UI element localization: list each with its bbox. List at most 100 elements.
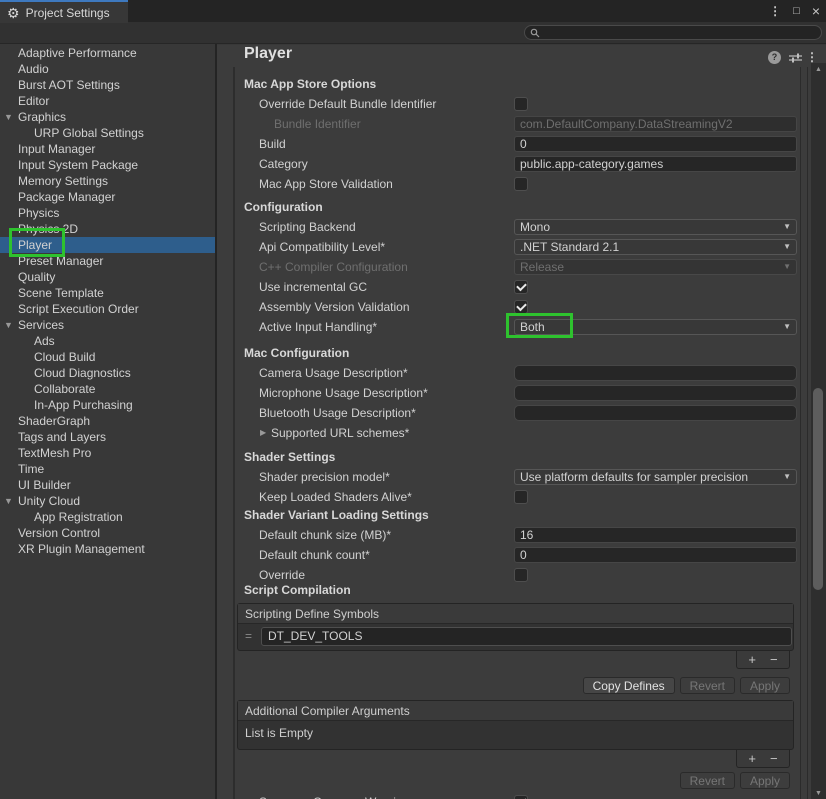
window-menu-icon[interactable]: ⋮ — [769, 4, 781, 18]
context-menu-icon[interactable]: ⋮ — [806, 50, 818, 64]
help-icon[interactable]: ? — [768, 51, 781, 64]
section-mac-configuration: Mac ConfigurationCamera Usage Descriptio… — [234, 343, 800, 443]
sidebar-item-input-manager[interactable]: Input Manager — [0, 141, 215, 157]
annotation-box-player — [9, 228, 65, 257]
sidebar-item-memory-settings[interactable]: Memory Settings — [0, 173, 215, 189]
sidebar-item-services[interactable]: ▼ Services — [0, 317, 215, 333]
row-label: Mac App Store Validation — [259, 174, 393, 194]
scrollbar[interactable]: ▲ ▼ — [811, 63, 826, 799]
additional-compiler-arguments-box: Additional Compiler Arguments List is Em… — [237, 700, 794, 750]
sidebar-item-xr-plugin-management[interactable]: XR Plugin Management — [0, 541, 215, 557]
sidebar-item-input-system-package[interactable]: Input System Package — [0, 157, 215, 173]
copy-defines-button[interactable]: Copy Defines — [583, 677, 675, 694]
sidebar-item-physics[interactable]: Physics — [0, 205, 215, 221]
sidebar-item-graphics[interactable]: ▼ Graphics — [0, 109, 215, 125]
add-button2[interactable]: + — [748, 751, 756, 767]
keep-loaded-shaders-alive-checkbox[interactable] — [514, 490, 528, 504]
sidebar-item-script-execution-order[interactable]: Script Execution Order — [0, 301, 215, 317]
sidebar-item-cloud-build[interactable]: Cloud Build — [0, 349, 215, 365]
override-default-bundle-identifier-checkbox[interactable] — [514, 97, 528, 111]
maximize-icon[interactable]: □ — [793, 5, 800, 17]
suppress-common-warnings-checkbox[interactable] — [514, 795, 528, 799]
sidebar-item-time[interactable]: Time — [0, 461, 215, 477]
dropdown-value: .NET Standard 2.1 — [520, 240, 619, 254]
scroll-down-icon[interactable]: ▼ — [811, 790, 826, 797]
foldout-open-icon[interactable]: ▼ — [4, 317, 13, 333]
sidebar-item-package-manager[interactable]: Package Manager — [0, 189, 215, 205]
row-control: public.app-category.games — [514, 156, 797, 172]
sidebar-item-quality[interactable]: Quality — [0, 269, 215, 285]
presets-icon[interactable] — [789, 52, 802, 64]
sidebar-item-urp-global-settings[interactable]: URP Global Settings — [0, 125, 215, 141]
mac-app-store-validation-checkbox[interactable] — [514, 177, 528, 191]
sidebar-item-cloud-diagnostics[interactable]: Cloud Diagnostics — [0, 365, 215, 381]
scripting-backend-dropdown[interactable]: Mono▼ — [514, 219, 797, 235]
sidebar-item-version-control[interactable]: Version Control — [0, 525, 215, 541]
revert-button[interactable]: Revert — [680, 677, 735, 694]
camera-usage-description-field[interactable] — [514, 365, 797, 381]
bluetooth-usage-description-field[interactable] — [514, 405, 797, 421]
default-chunk-size-mb-field[interactable]: 16 — [514, 527, 797, 543]
default-chunk-count-field[interactable]: 0 — [514, 547, 797, 563]
bundle-identifier-field[interactable]: com.DefaultCompany.DataStreamingV2 — [514, 116, 797, 132]
build-field[interactable]: 0 — [514, 136, 797, 152]
api-compatibility-level-dropdown[interactable]: .NET Standard 2.1▼ — [514, 239, 797, 255]
sidebar-item-scene-template[interactable]: Scene Template — [0, 285, 215, 301]
foldout-closed-icon[interactable]: ▶ — [260, 423, 266, 443]
foldout-open-icon[interactable]: ▼ — [4, 109, 13, 125]
tab-project-settings[interactable]: ⚙ Project Settings — [0, 0, 128, 23]
toolbar — [0, 22, 826, 44]
scroll-up-icon[interactable]: ▲ — [811, 66, 826, 73]
shader-precision-model-dropdown[interactable]: Use platform defaults for sampler precis… — [514, 469, 797, 485]
dropdown-value: Release — [520, 260, 564, 274]
sidebar-item-in-app-purchasing[interactable]: In-App Purchasing — [0, 397, 215, 413]
sidebar-item-unity-cloud[interactable]: ▼Unity Cloud — [0, 493, 215, 509]
sidebar-item-shadergraph[interactable]: ShaderGraph — [0, 413, 215, 429]
section-header: Shader Variant Loading Settings — [234, 505, 800, 525]
list-footer: + − — [736, 651, 790, 669]
sidebar-item-label: Services — [18, 318, 64, 332]
row-label: Scripting Backend — [259, 217, 356, 237]
revert-button2[interactable]: Revert — [680, 772, 735, 789]
sidebar-item-textmesh-pro[interactable]: TextMesh Pro — [0, 445, 215, 461]
remove-button2[interactable]: − — [770, 751, 778, 767]
suppress-common-warnings-row: Suppress Common Warnings — [234, 792, 800, 799]
sidebar-item-ads[interactable]: Ads — [0, 333, 215, 349]
chevron-down-icon: ▼ — [783, 220, 791, 234]
setting-row-api-compatibility-level: Api Compatibility Level*.NET Standard 2.… — [234, 237, 800, 257]
define-symbol-field[interactable]: DT_DEV_TOOLS — [261, 627, 792, 646]
sidebar-item-label: Graphics — [18, 110, 66, 124]
close-icon[interactable]: × — [812, 3, 820, 19]
sidebar-item-collaborate[interactable]: Collaborate — [0, 381, 215, 397]
override-checkbox[interactable] — [514, 568, 528, 582]
add-button[interactable]: + — [748, 652, 756, 668]
sidebar-item-burst-aot-settings[interactable]: Burst AOT Settings — [0, 77, 215, 93]
sidebar-item-adaptive-performance[interactable]: Adaptive Performance — [0, 45, 215, 61]
setting-row-bluetooth-usage-description: Bluetooth Usage Description* — [234, 403, 800, 423]
row-control — [514, 96, 797, 112]
sidebar-item-label: Cloud Build — [34, 350, 95, 364]
c-compiler-configuration-dropdown[interactable]: Release▼ — [514, 259, 797, 275]
use-incremental-gc-checkbox[interactable] — [514, 280, 528, 294]
apply-button2[interactable]: Apply — [740, 772, 790, 789]
drag-handle-icon[interactable]: = — [245, 627, 252, 646]
setting-row-use-incremental-gc: Use incremental GC — [234, 277, 800, 297]
setting-row-keep-loaded-shaders-alive: Keep Loaded Shaders Alive* — [234, 487, 800, 507]
search-input[interactable] — [524, 25, 822, 40]
microphone-usage-description-field[interactable] — [514, 385, 797, 401]
foldout-open-icon[interactable]: ▼ — [4, 493, 13, 509]
section-shader-variant-loading-settings: Shader Variant Loading SettingsDefault c… — [234, 505, 800, 585]
sidebar-item-audio[interactable]: Audio — [0, 61, 215, 77]
sidebar-item-ui-builder[interactable]: UI Builder — [0, 477, 215, 493]
assembly-version-validation-checkbox[interactable] — [514, 300, 528, 314]
category-field[interactable]: public.app-category.games — [514, 156, 797, 172]
window-controls: ⋮ □ × — [769, 0, 820, 22]
setting-row-mac-app-store-validation: Mac App Store Validation — [234, 174, 800, 194]
sidebar-item-tags-and-layers[interactable]: Tags and Layers — [0, 429, 215, 445]
apply-button[interactable]: Apply — [740, 677, 790, 694]
remove-button[interactable]: − — [770, 652, 778, 668]
gear-icon: ⚙ — [7, 6, 20, 20]
sidebar-item-app-registration[interactable]: App Registration — [0, 509, 215, 525]
sidebar-item-editor[interactable]: Editor — [0, 93, 215, 109]
scrollbar-thumb[interactable] — [813, 388, 823, 590]
